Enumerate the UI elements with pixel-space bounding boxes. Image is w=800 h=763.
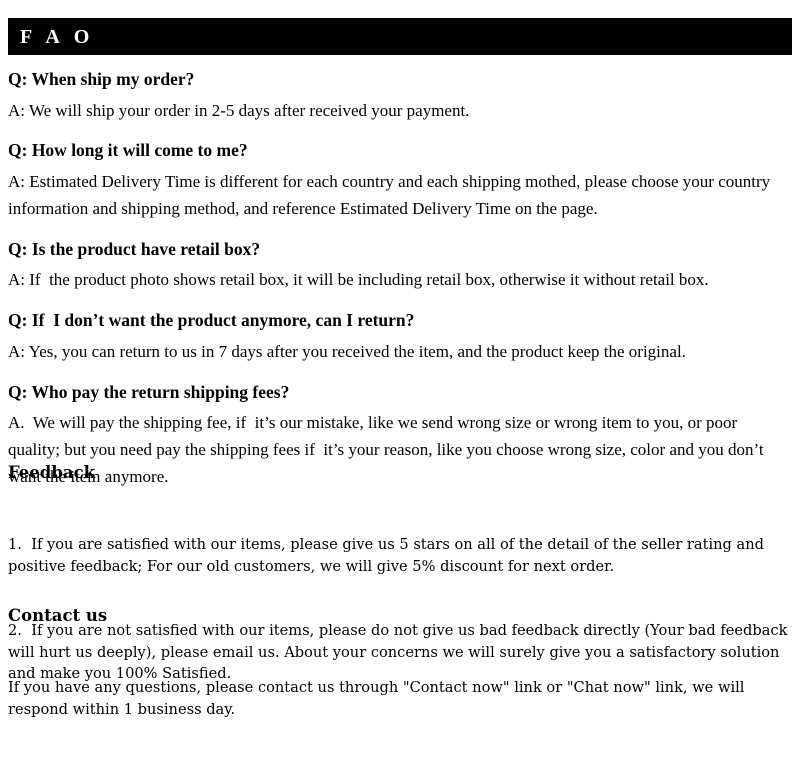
faq-page: F A O Q: When ship my order? A: We will …	[0, 0, 800, 718]
faq-item: Q: Is the product have retail box? A: If…	[8, 236, 792, 294]
contact-heading: Contact us	[8, 606, 108, 625]
contact-section: Contact us If you have any questions, pl…	[8, 605, 792, 763]
faq-item: Q: When ship my order? A: We will ship y…	[8, 66, 792, 124]
faq-item: Q: If I don’t want the product anymore, …	[8, 307, 792, 365]
faq-question: Q: How long it will come to me?	[8, 140, 248, 161]
faq-question: Q: If I don’t want the product anymore, …	[8, 310, 415, 331]
faq-answer: A: We will ship your order in 2-5 days a…	[8, 100, 470, 120]
faq-answer: A: Yes, you can return to us in 7 days a…	[8, 341, 686, 361]
faq-question: Q: Is the product have retail box?	[8, 238, 261, 259]
feedback-heading: Feedback	[8, 463, 96, 482]
contact-body: If you have any questions, please contac…	[8, 634, 792, 763]
faq-answer: A: Estimated Delivery Time is different …	[8, 172, 775, 218]
page-title: F A O	[20, 25, 95, 48]
faq-question: Q: Who pay the return shipping fees?	[8, 381, 290, 402]
feedback-line-1: 1. If you are satisfied with our items, …	[8, 536, 769, 575]
faq-answer: A: If the product photo shows retail box…	[8, 270, 709, 290]
faq-question: Q: When ship my order?	[8, 69, 195, 89]
faq-item: Q: How long it will come to me? A: Estim…	[8, 137, 792, 222]
header-bar: F A O	[8, 18, 792, 55]
faq-list: Q: When ship my order? A: We will ship y…	[8, 66, 792, 504]
contact-text: If you have any questions, please contac…	[8, 679, 750, 718]
